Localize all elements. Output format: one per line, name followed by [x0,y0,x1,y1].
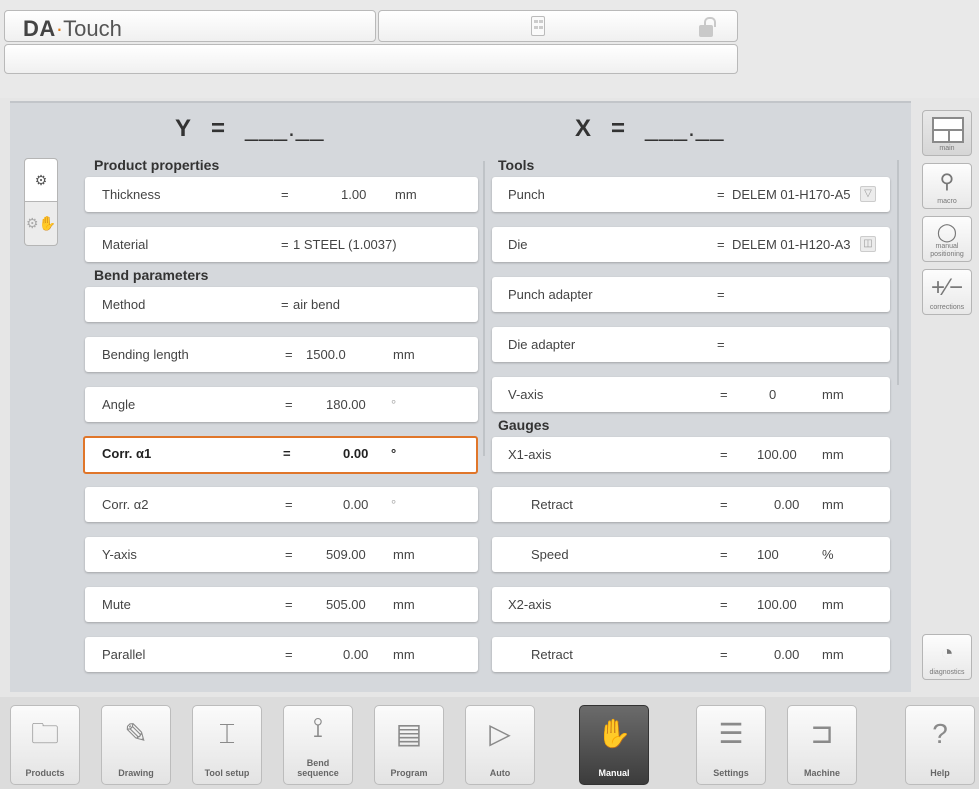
unlock-icon[interactable] [699,17,716,37]
main-label: main [939,145,955,152]
tool-setup-icon: ⌶ [218,718,236,749]
macro-button[interactable]: ⚲ macro [922,163,972,209]
x1-retract-row[interactable]: Retract = 0.00 mm [492,487,890,522]
corrections-label: corrections [929,304,965,311]
nav-manual-label: Manual [598,768,630,778]
positioning-icon: ◯ [936,222,958,242]
corr-alpha2-row[interactable]: Corr. α2 = 0.00 ° [85,487,478,522]
product-properties-title: Product properties [94,157,220,173]
die-adapter-row[interactable]: Die adapter = [492,327,890,362]
bottom-nav: 🗀 Products ✎ Drawing ⌶ Tool setup ⟟ Bend… [0,697,979,789]
calculator-icon[interactable] [531,16,545,36]
angle-row[interactable]: Angle = 180.00 ° [85,387,478,422]
settings-list-icon: ☰ [718,718,744,749]
machine-icon: ⊐ [810,718,834,749]
side-tabs: ⚙ ⚙✋ [24,158,58,248]
gears-icon[interactable]: ⚙ [24,158,58,202]
right-scrollbar[interactable] [897,160,899,385]
nav-settings-label: Settings [713,768,749,778]
question-icon: ? [932,718,948,749]
diagnostics-label: diagnostics [929,669,965,676]
bend-sequence-icon: ⟟ [312,712,324,743]
die-row[interactable]: Die = DELEM 01-H120-A3 ◫ [492,227,890,262]
gauges-title: Gauges [498,417,550,433]
corrections-button[interactable]: +⁄− corrections [922,269,972,315]
die-tool-icon: ◫ [860,236,876,252]
thickness-row[interactable]: Thickness = 1.00 mm [85,177,478,212]
nav-program[interactable]: ▤ Program [374,705,444,785]
x1-speed-row[interactable]: Speed = 100 % [492,537,890,572]
program-icon: ▤ [395,718,423,749]
nav-help[interactable]: ? Help [905,705,975,785]
method-row[interactable]: Method = air bend [85,287,478,322]
x2-retract-row[interactable]: Retract = 0.00 mm [492,637,890,672]
main-view-button[interactable]: main [922,110,972,156]
gauge-icon: ◔ [940,640,954,665]
punch-row[interactable]: Punch = DELEM 01-H170-A5 ▽ [492,177,890,212]
app-logo: DA·Touch [23,16,122,41]
manual-positioning-label: manual positioning [930,243,964,258]
play-icon: ▷ [489,718,511,749]
nav-bend-sequence[interactable]: ⟟ Bend sequence [283,705,353,785]
magnifier-icon: ⚲ [939,171,955,193]
diagnostics-button[interactable]: ◔ diagnostics [922,634,972,680]
nav-drawing[interactable]: ✎ Drawing [101,705,171,785]
punch-adapter-row[interactable]: Punch adapter = [492,277,890,312]
app-title-box: DA·Touch [4,10,376,42]
drawing-icon: ✎ [124,718,148,749]
nav-settings[interactable]: ☰ Settings [696,705,766,785]
material-row[interactable]: Material = 1 STEEL (1.0037) [85,227,478,262]
message-bar [4,44,738,74]
y-axis-readout: Y = ___.__ [175,115,325,142]
manual-hand-icon[interactable]: ⚙✋ [24,202,58,246]
nav-tool-setup[interactable]: ⌶ Tool setup [192,705,262,785]
nav-machine-label: Machine [803,768,840,778]
status-box [378,10,738,42]
punch-tool-icon: ▽ [860,186,876,202]
nav-program-label: Program [390,768,428,778]
nav-products[interactable]: 🗀 Products [10,705,80,785]
top-bar: DA·Touch [0,0,979,98]
folder-icon: 🗀 [30,718,59,749]
manual-hand-icon: ✋ [596,718,632,749]
nav-drawing-label: Drawing [118,768,154,778]
x2-axis-row[interactable]: X2-axis = 100.00 mm [492,587,890,622]
bend-parameters-title: Bend parameters [94,267,209,283]
nav-products-label: Products [25,768,65,778]
tools-title: Tools [498,157,535,173]
column-divider [483,161,485,456]
macro-label: macro [937,198,957,205]
x1-axis-row[interactable]: X1-axis = 100.00 mm [492,437,890,472]
manual-positioning-button[interactable]: ◯ manual positioning [922,216,972,262]
plus-minus-icon: +⁄− [930,274,964,301]
nav-auto[interactable]: ▷ Auto [465,705,535,785]
nav-machine[interactable]: ⊐ Machine [787,705,857,785]
y-axis-row[interactable]: Y-axis = 509.00 mm [85,537,478,572]
corr-alpha1-row[interactable]: Corr. α1 = 0.00 ° [83,436,478,474]
main-panel: Y = ___.__ X = ___.__ ⚙ ⚙✋ Product propertie… [10,101,911,692]
nav-auto-label: Auto [489,768,511,778]
nav-manual[interactable]: ✋ Manual [579,705,649,785]
nav-help-label: Help [930,768,950,778]
nav-tool-setup-label: Tool setup [204,768,250,778]
v-axis-row[interactable]: V-axis = 0 mm [492,377,890,412]
bending-length-row[interactable]: Bending length = 1500.0 mm [85,337,478,372]
x-axis-readout: X = ___.__ [575,115,725,142]
nav-bend-sequence-label: Bend sequence [297,758,339,778]
parallel-row[interactable]: Parallel = 0.00 mm [85,637,478,672]
mute-row[interactable]: Mute = 505.00 mm [85,587,478,622]
layout-icon [932,117,964,143]
